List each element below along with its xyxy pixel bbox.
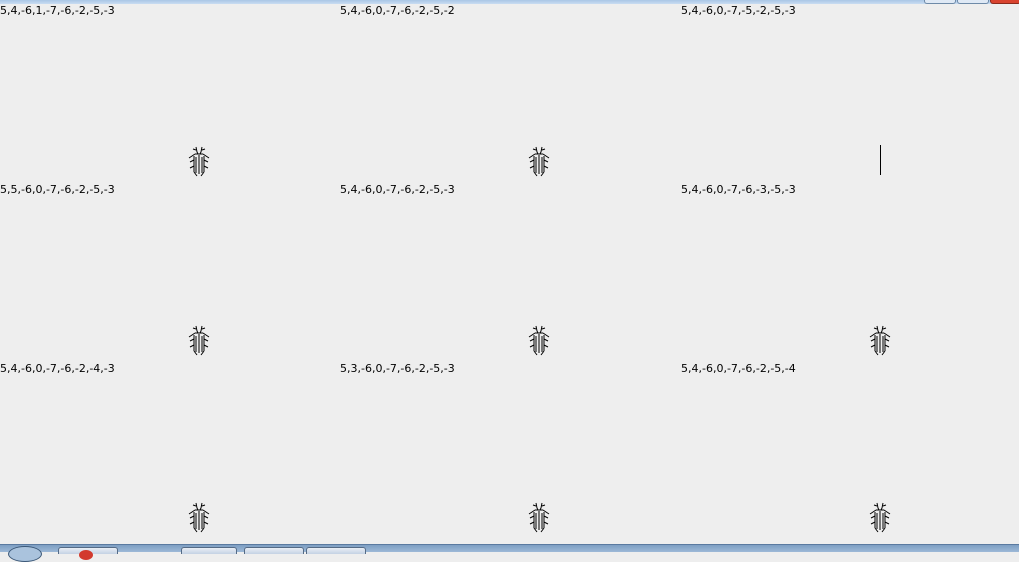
bug-icon (528, 325, 550, 356)
panel-2: 5,4,-6,0,-7,-6,-2,-5,-2 (340, 0, 680, 179)
panel-4: 5,5,-6,0,-7,-6,-2,-5,-3 (0, 179, 340, 358)
panel-label: 5,4,-6,0,-7,-5,-2,-5,-3 (681, 4, 796, 17)
panel-5: 5,4,-6,0,-7,-6,-2,-5,-3 (340, 179, 680, 358)
bug-icon (188, 325, 210, 356)
start-orb-icon[interactable] (8, 546, 42, 562)
panel-9: 5,4,-6,0,-7,-6,-2,-5,-4 (681, 358, 1019, 537)
panel-label: 5,4,-6,0,-7,-6,-2,-5,-4 (681, 362, 796, 375)
bug-icon (528, 502, 550, 533)
panel-3: 5,4,-6,0,-7,-5,-2,-5,-3 (681, 0, 1019, 179)
panel-6: 5,4,-6,0,-7,-6,-3,-5,-3 (681, 179, 1019, 358)
panel-label: 5,4,-6,0,-7,-6,-2,-4,-3 (0, 362, 115, 375)
bug-icon (188, 146, 210, 177)
bug-icon (869, 325, 891, 356)
bug-icon (188, 502, 210, 533)
panel-label: 5,5,-6,0,-7,-6,-2,-5,-3 (0, 183, 115, 196)
panel-label: 5,3,-6,0,-7,-6,-2,-5,-3 (340, 362, 455, 375)
bug-icon (528, 146, 550, 177)
panel-label: 5,4,-6,1,-7,-6,-2,-5,-3 (0, 4, 115, 17)
panel-label: 5,4,-6,0,-7,-6,-2,-5,-3 (340, 183, 455, 196)
panel-1: 5,4,-6,1,-7,-6,-2,-5,-3 (0, 0, 340, 179)
panel-label: 5,4,-6,0,-7,-6,-2,-5,-2 (340, 4, 455, 17)
app-red-icon (79, 550, 93, 560)
bug-icon (869, 502, 891, 533)
panel-7: 5,4,-6,0,-7,-6,-2,-4,-3 (0, 358, 340, 537)
panel-label: 5,4,-6,0,-7,-6,-3,-5,-3 (681, 183, 796, 196)
text-caret (880, 145, 881, 175)
panel-8: 5,3,-6,0,-7,-6,-2,-5,-3 (340, 358, 680, 537)
